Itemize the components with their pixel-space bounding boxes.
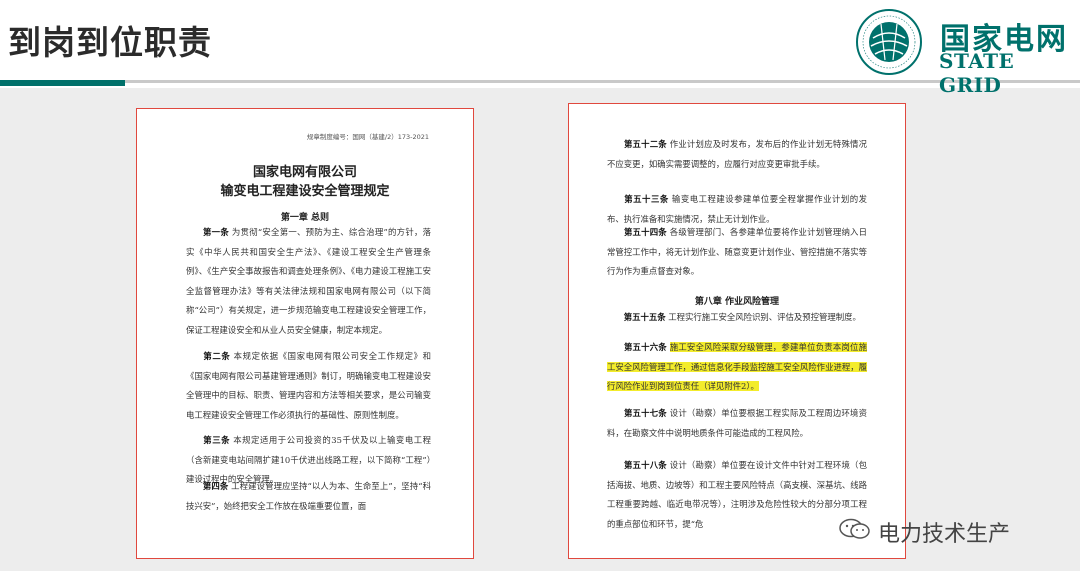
page-title: 到岗到位职责 xyxy=(8,23,212,62)
watermark-text: 电力技术生产 xyxy=(878,522,1011,547)
article-paragraph: 第五十二条 作业计划应及时发布，发布后的作业计划无特殊情况不应变更，如确实需要调… xyxy=(607,135,867,174)
article-label: 第三条 xyxy=(202,435,231,445)
article-label: 第五十四条 xyxy=(623,227,667,237)
chapter-heading: 第八章 作业风险管理 xyxy=(694,297,780,307)
article-paragraph: 第四条 工程建设管理应坚持“以人为本、生命至上”，坚持“科技兴安”，始终把安全工… xyxy=(186,477,431,516)
article-label: 第五十六条 xyxy=(623,342,667,352)
header-divider xyxy=(0,80,1080,83)
slide-header: 到岗到位职责 国家电网 STATE GRID xyxy=(0,0,1080,97)
article-paragraph: 第五十八条 设计（勘察）单位要在设计文件中针对工程环境（包括海拔、地质、边坡等）… xyxy=(607,456,867,534)
article-text: 设计（勘察）单位要在设计文件中针对工程环境（包括海拔、地质、边坡等）和工程主要风… xyxy=(607,460,867,529)
article-text: 为贯彻“安全第一、预防为主、综合治理”的方针，落实《中华人民共和国安全生产法》、… xyxy=(186,227,431,335)
document-page-right: 第五十二条 作业计划应及时发布，发布后的作业计划无特殊情况不应变更，如确实需要调… xyxy=(568,103,906,559)
article-paragraph: 第一条 为贯彻“安全第一、预防为主、综合治理”的方针，落实《中华人民共和国安全生… xyxy=(186,223,431,340)
article-label: 第五十二条 xyxy=(623,139,667,149)
regulation-code: 规章制度编号：国网（基建/2）173-2021 xyxy=(306,133,429,141)
article-paragraph: 第五十五条 工程实行施工安全风险识别、评估及预控管理制度。 xyxy=(607,308,867,328)
article-paragraph: 第五十四条 各级管理部门、各参建单位要将作业计划管理纳入日常管控工作中，将无计划… xyxy=(607,223,867,282)
article-paragraph-highlighted: 第五十六条 施工安全风险采取分级管理，参建单位负责本岗位施工安全风险管理工作，通… xyxy=(607,338,867,397)
article-paragraph: 第五十七条 设计（勘察）单位要根据工程实际及工程周边环境资料，在勘察文件中说明地… xyxy=(607,404,867,443)
article-text: 工程实行施工安全风险识别、评估及预控管理制度。 xyxy=(668,312,861,322)
article-label: 第二条 xyxy=(202,351,231,361)
article-text: 本规定依据《国家电网有限公司安全工作规定》和《国家电网有限公司基建管理通则》制订… xyxy=(186,351,432,420)
document-page-left: 规章制度编号：国网（基建/2）173-2021 国家电网有限公司 输变电工程建设… xyxy=(136,108,474,559)
article-label: 第五十七条 xyxy=(623,408,667,418)
chapter-heading: 第一章 总则 xyxy=(280,213,330,223)
article-label: 第五十三条 xyxy=(623,194,669,204)
header-accent-bar xyxy=(0,80,125,86)
article-label: 第一条 xyxy=(202,227,229,237)
state-grid-seal-icon xyxy=(856,9,922,75)
logo-text-en: STATE GRID xyxy=(939,49,1015,97)
article-label: 第五十八条 xyxy=(623,460,667,470)
article-label: 第五十五条 xyxy=(623,312,666,322)
document-title: 输变电工程建设安全管理规定 xyxy=(220,184,390,199)
document-org: 国家电网有限公司 xyxy=(252,165,357,180)
state-grid-logo: 国家电网 STATE GRID xyxy=(855,8,1080,97)
article-label: 第四条 xyxy=(202,481,229,491)
wechat-icon xyxy=(839,518,870,539)
article-paragraph: 第二条 本规定依据《国家电网有限公司安全工作规定》和《国家电网有限公司基建管理通… xyxy=(186,347,431,425)
